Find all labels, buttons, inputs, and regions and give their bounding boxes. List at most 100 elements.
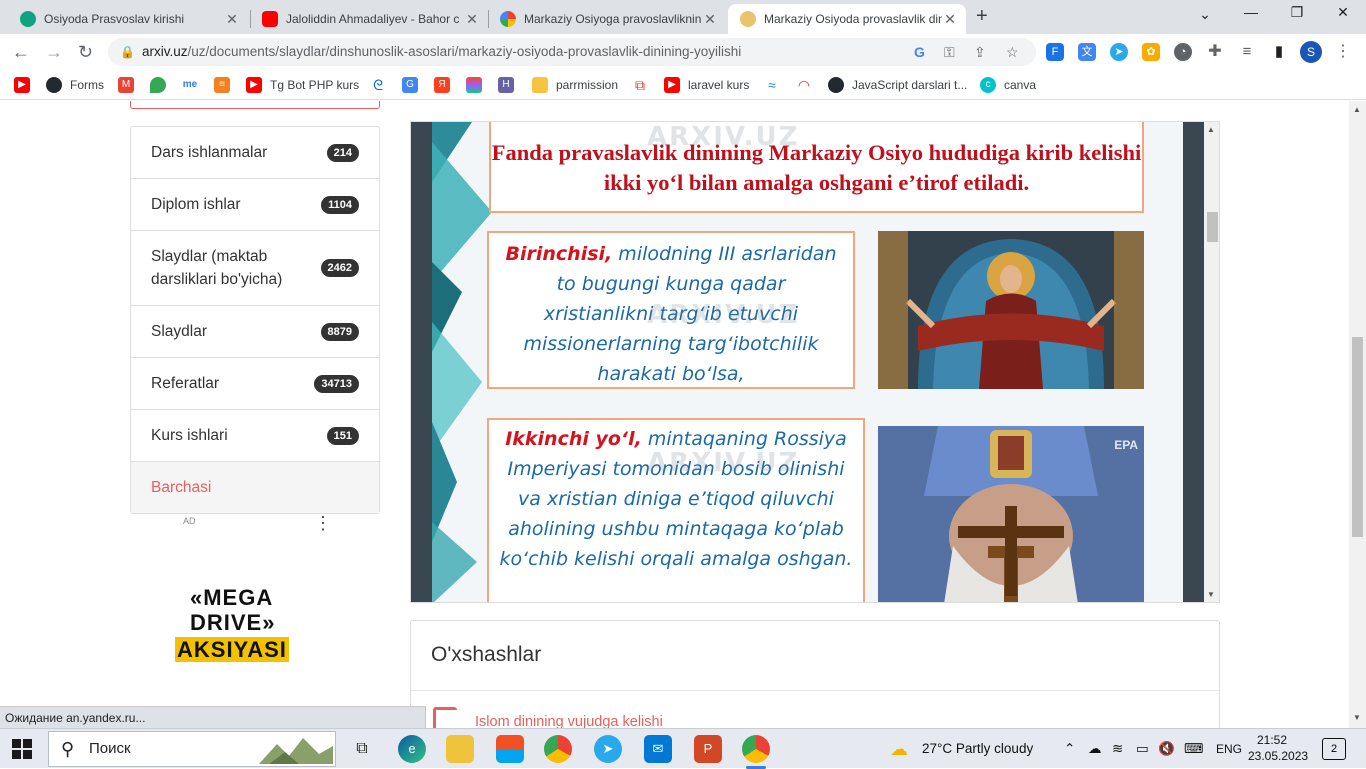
- volume-muted-icon[interactable]: 🔇: [1158, 729, 1175, 769]
- minimize-button[interactable]: —: [1228, 4, 1274, 20]
- tray-chevron-icon[interactable]: ⌃: [1064, 729, 1075, 769]
- sidebar-item-dars-ishlanmalar[interactable]: Dars ishlanmalar 214: [131, 127, 379, 179]
- back-button[interactable]: ←: [12, 42, 30, 63]
- bookmark-item[interactable]: JavaScript darslari t...: [828, 76, 967, 94]
- speedometer-icon: ◠: [797, 77, 811, 93]
- google-lens-icon[interactable]: G: [914, 38, 925, 66]
- sidebar-item-slaydlar[interactable]: Slaydlar 8879: [131, 306, 379, 358]
- bookmark-star-icon[interactable]: ☆: [1006, 38, 1019, 66]
- scroll-thumb[interactable]: [1352, 337, 1363, 537]
- extension-icon[interactable]: ✿: [1142, 43, 1160, 61]
- bookmark-item[interactable]: Forms: [46, 76, 104, 94]
- laravel-icon: ⧉: [635, 77, 645, 93]
- bookmark-item[interactable]: [466, 76, 490, 94]
- bookmark-item[interactable]: ≈: [764, 76, 788, 94]
- browser-tab[interactable]: Jaloliddin Ahmadaliyev - Bahor c ✕: [250, 4, 488, 34]
- powerpoint-icon[interactable]: P: [694, 735, 722, 763]
- address-bar[interactable]: 🔒 arxiv.uz/uz/documents/slaydlar/dinshun…: [108, 38, 1036, 66]
- sidebar-item-diplom-ishlar[interactable]: Diplom ishlar 1104: [131, 179, 379, 231]
- performance-icon[interactable]: ◔: [1174, 43, 1192, 61]
- lock-icon[interactable]: 🔒: [120, 38, 135, 66]
- edge-icon[interactable]: e: [398, 735, 426, 763]
- profile-avatar[interactable]: S: [1300, 41, 1322, 63]
- category-sidebar: Dars ishlanmalar 214 Diplom ishlar 1104 Sl…: [130, 126, 380, 514]
- bookmark-item[interactable]: G: [402, 76, 426, 94]
- close-tab-icon[interactable]: ✕: [702, 11, 718, 28]
- browser-tab[interactable]: Markaziy Osiyoga pravoslavliknin ✕: [488, 4, 726, 34]
- bookmark-item[interactable]: ▶ Tg Bot PHP kurs: [246, 76, 359, 94]
- slide-scrollbar[interactable]: ▲ ▼: [1204, 122, 1219, 602]
- wifi-icon[interactable]: ≋: [1112, 729, 1123, 769]
- sidebar-item-referatlar[interactable]: Referatlar 34713: [131, 358, 379, 410]
- new-tab-button[interactable]: +: [976, 5, 988, 28]
- taskbar-search-input[interactable]: ⚲ Поиск: [48, 731, 336, 767]
- maximize-button[interactable]: ❐: [1274, 4, 1320, 21]
- reading-list-icon[interactable]: ≡: [1238, 43, 1256, 61]
- close-tab-icon[interactable]: ✕: [464, 11, 480, 28]
- slide-viewer[interactable]: Fanda pravaslavlik dinining Markaziy Osi…: [410, 121, 1220, 603]
- bookmark-item[interactable]: ◠: [796, 76, 820, 94]
- chrome-active-icon[interactable]: [742, 735, 770, 769]
- scroll-thumb[interactable]: [1207, 212, 1218, 242]
- ad-options-icon[interactable]: ⋮: [314, 513, 332, 534]
- tab-search-icon[interactable]: ⌄: [1182, 6, 1228, 23]
- browser-tab-active[interactable]: Markaziy Osiyoda provaslavlik din ✕: [728, 4, 966, 34]
- share-icon[interactable]: ⇪: [974, 38, 986, 66]
- bookmark-item[interactable]: Я: [434, 76, 458, 94]
- menu-kebab-icon[interactable]: ⋮: [1334, 43, 1352, 61]
- ad-banner[interactable]: «MEGA DRIVE» AKSIYASI: [175, 585, 289, 662]
- figma-icon: [466, 77, 482, 93]
- telegram-icon[interactable]: ➤: [594, 735, 622, 763]
- bookmark-item[interactable]: ᘓ: [370, 76, 394, 94]
- telegram-icon[interactable]: ➤: [1110, 43, 1128, 61]
- chrome-icon[interactable]: [544, 735, 572, 763]
- translate-extension-icon[interactable]: 文: [1078, 43, 1096, 61]
- extension-icon[interactable]: F: [1046, 43, 1064, 61]
- side-panel-icon[interactable]: ▮: [1270, 43, 1288, 61]
- similar-item-label: Islom dinining vujudga kelishi: [475, 714, 663, 728]
- store-icon[interactable]: [496, 735, 524, 763]
- weather-icon[interactable]: ☁: [890, 729, 908, 769]
- keyboard-icon[interactable]: ⌨: [1184, 729, 1204, 769]
- page-scrollbar[interactable]: ▲ ▼: [1349, 101, 1366, 728]
- file-explorer-icon[interactable]: [446, 735, 474, 763]
- bookmark-item[interactable]: me: [182, 76, 206, 94]
- bookmark-item[interactable]: [150, 76, 174, 94]
- network-icon[interactable]: ☁: [1088, 729, 1102, 769]
- scroll-down-icon[interactable]: ▼: [1353, 713, 1361, 722]
- language-indicator[interactable]: ENG: [1216, 729, 1242, 769]
- scroll-up-icon[interactable]: ▲: [1207, 125, 1215, 134]
- sidebar-item-slaydlar-maktab[interactable]: Slaydlar (maktab darsliklari bo'yicha) 24…: [131, 231, 379, 306]
- browser-tab[interactable]: Osiyoda Prasvoslav kirishi ✕: [8, 4, 248, 34]
- mail-icon[interactable]: ✉: [644, 735, 672, 763]
- bookmark-item[interactable]: parrmission: [532, 76, 618, 94]
- taskbar-clock[interactable]: 21:52 23.05.2023: [1248, 732, 1308, 764]
- sidebar-item-barchasi[interactable]: Barchasi: [131, 462, 379, 513]
- weather-text[interactable]: 27°C Partly cloudy: [922, 729, 1033, 769]
- bookmark-item[interactable]: ≡: [214, 76, 238, 94]
- task-view-icon[interactable]: ⧉: [348, 735, 376, 763]
- sidebar-item-label: Slaydlar (maktab darsliklari bo'yicha): [151, 248, 283, 288]
- scroll-up-icon[interactable]: ▲: [1353, 105, 1361, 114]
- close-tab-icon[interactable]: ✕: [942, 11, 958, 28]
- key-icon[interactable]: ⚿: [944, 38, 955, 66]
- sidebar-item-label: Barchasi: [151, 479, 212, 496]
- bookmark-item[interactable]: ▶: [14, 76, 38, 94]
- notification-center-icon[interactable]: 2: [1322, 738, 1346, 760]
- bookmark-item[interactable]: H: [498, 76, 522, 94]
- forward-button[interactable]: →: [45, 42, 63, 63]
- close-window-button[interactable]: ✕: [1320, 4, 1366, 21]
- extensions-puzzle-icon[interactable]: ✚: [1206, 43, 1224, 61]
- bookmark-item[interactable]: c canva: [980, 76, 1036, 94]
- windows-start-icon[interactable]: [12, 739, 32, 759]
- bookmark-item[interactable]: ▶ laravel kurs: [664, 76, 749, 94]
- similar-item-link[interactable]: Islom dinining vujudga kelishi: [433, 707, 663, 728]
- scroll-down-icon[interactable]: ▼: [1207, 590, 1215, 599]
- search-highlight-icon: [259, 738, 333, 764]
- close-tab-icon[interactable]: ✕: [224, 11, 240, 28]
- bookmark-item[interactable]: M: [118, 76, 142, 94]
- reload-button[interactable]: ↻: [78, 42, 93, 63]
- sidebar-item-kurs-ishlari[interactable]: Kurs ishlari 151: [131, 410, 379, 462]
- battery-icon[interactable]: ▭: [1136, 729, 1149, 769]
- bookmark-item[interactable]: ⧉: [632, 76, 656, 94]
